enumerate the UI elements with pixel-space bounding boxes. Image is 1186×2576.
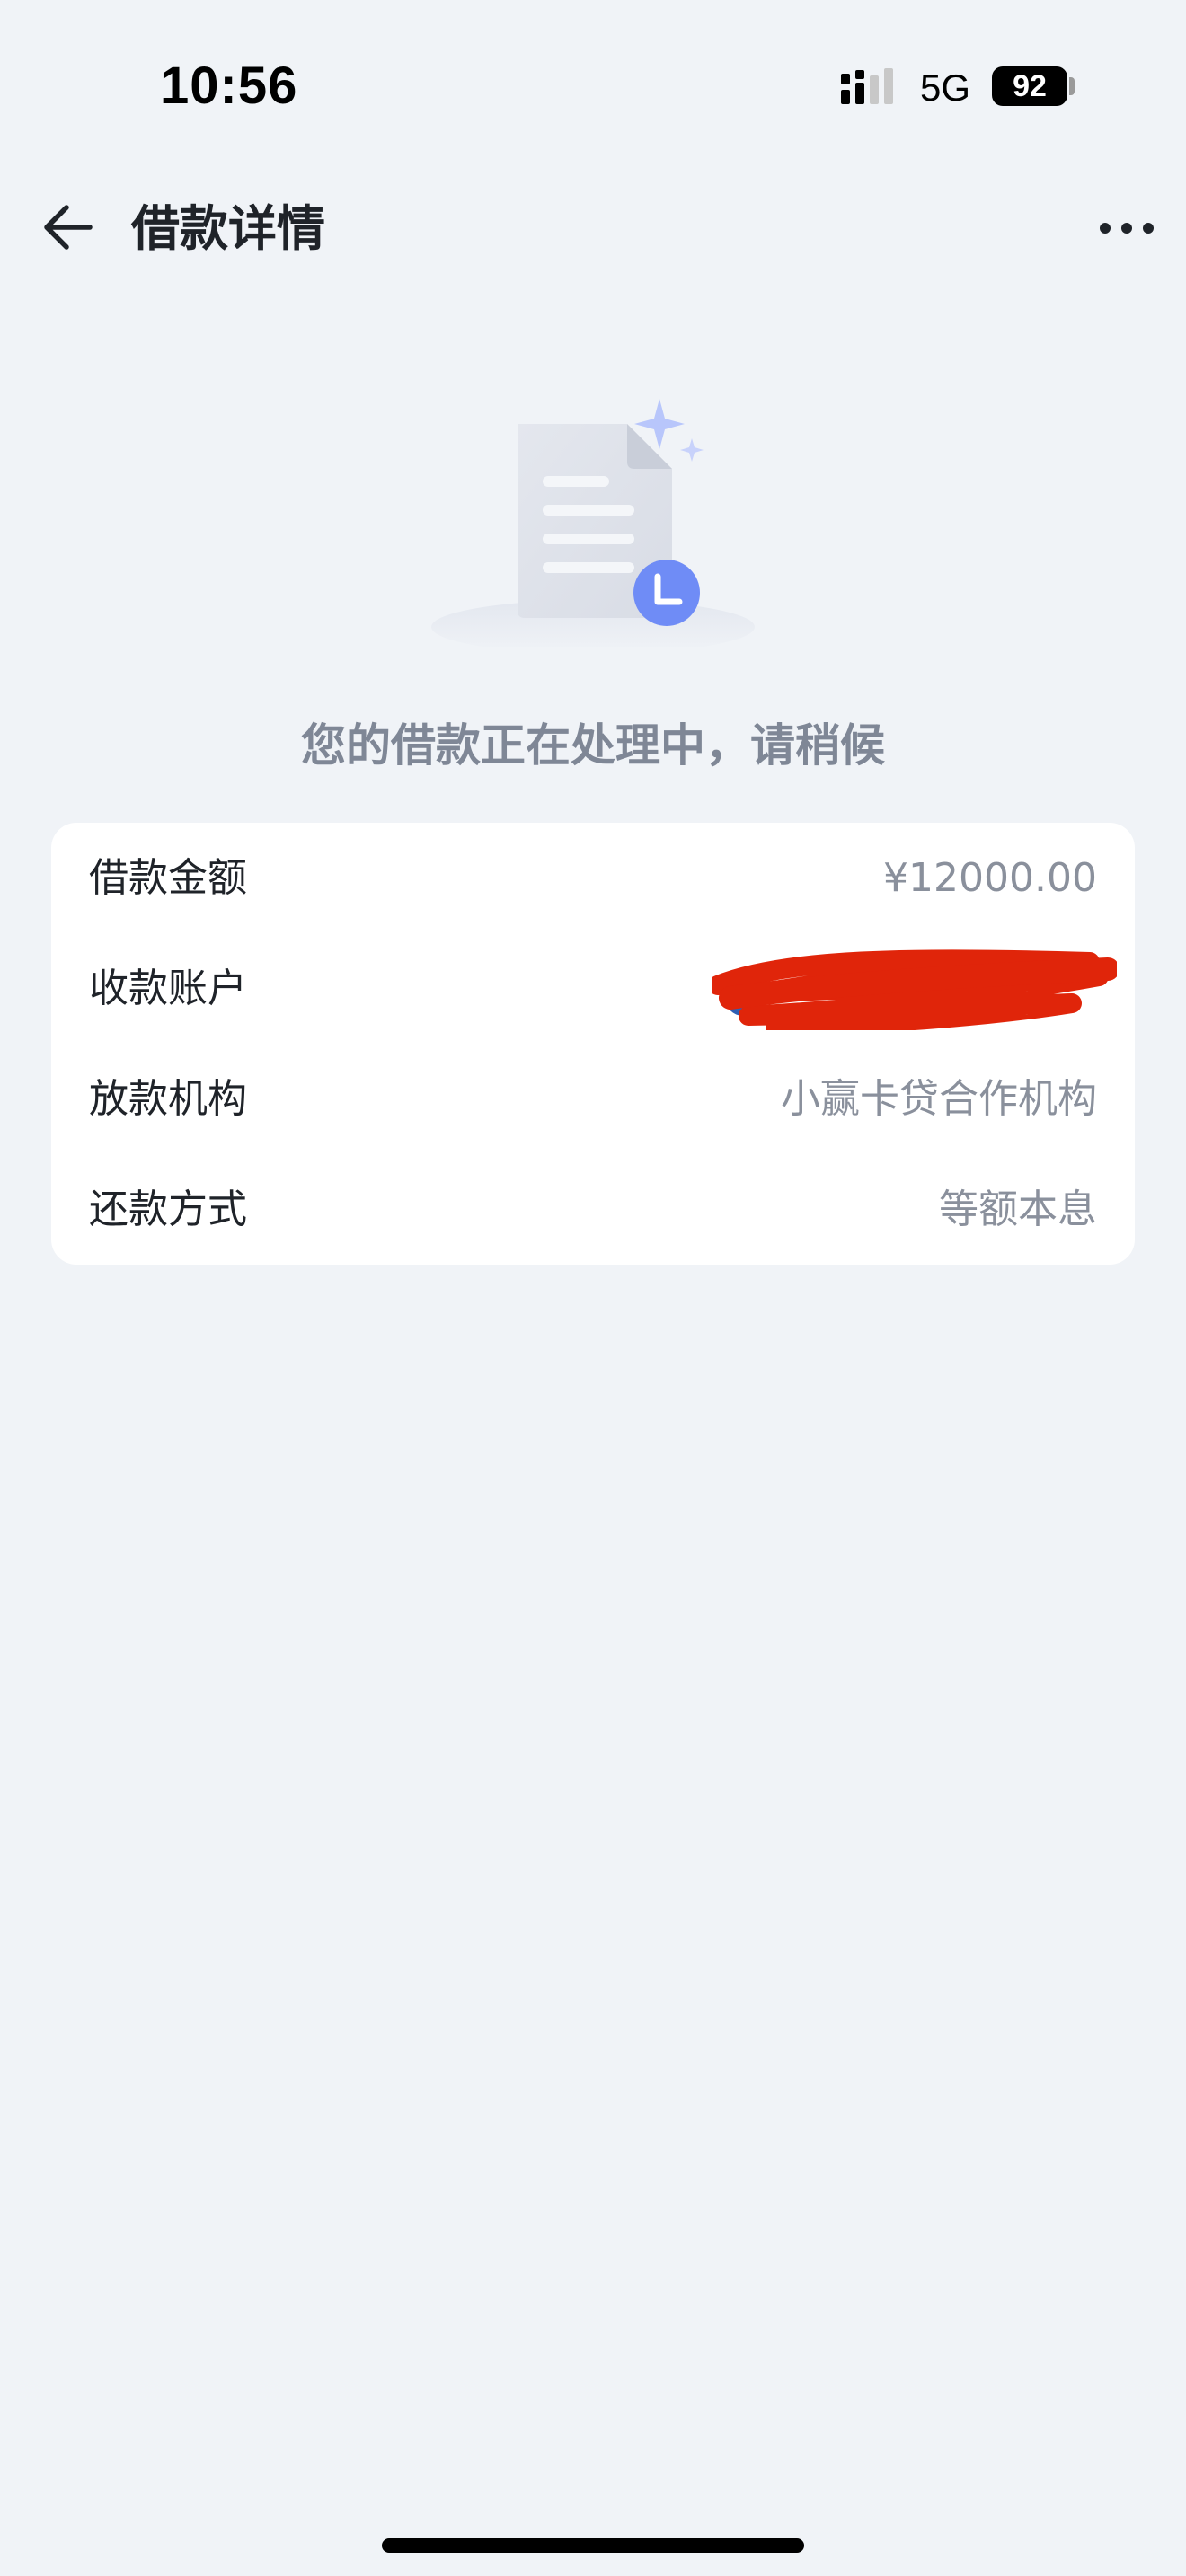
detail-row-lending-institution: 放款机构 小赢卡贷合作机构 xyxy=(51,1044,1135,1154)
redaction-scribble xyxy=(712,949,1117,1030)
more-dots-icon[interactable] xyxy=(1091,199,1163,257)
network-type: 5G xyxy=(920,66,971,109)
row-value: 小赢卡贷合作机构 xyxy=(781,1076,1097,1122)
status-time: 10:56 xyxy=(160,57,298,115)
battery-cap xyxy=(1069,77,1075,95)
row-value: ¥12000.00 xyxy=(883,855,1097,901)
processing-status-message: 您的借款正在处理中，请稍候 xyxy=(301,719,885,772)
document-clock-icon xyxy=(431,399,755,647)
status-bar: 10:56 5G 92 xyxy=(0,0,1186,171)
arrow-left-icon[interactable] xyxy=(36,194,102,260)
detail-row-receiving-account: 收款账户 xyxy=(51,933,1135,1044)
detail-row-loan-amount: 借款金额 ¥12000.00 xyxy=(51,823,1135,933)
home-indicator[interactable] xyxy=(382,2538,804,2553)
row-label: 借款金额 xyxy=(89,855,247,901)
loan-detail-card: 借款金额 ¥12000.00 收款账户 放款机构 小赢卡贷合作机构 还款方式 等… xyxy=(51,823,1135,1265)
row-label: 还款方式 xyxy=(89,1187,247,1232)
battery-indicator: 92 xyxy=(992,66,1067,106)
signal-strength-icon xyxy=(841,68,893,104)
page-title: 借款详情 xyxy=(131,200,325,257)
row-label: 放款机构 xyxy=(89,1076,247,1122)
nav-bar: 借款详情 xyxy=(0,171,1186,287)
row-label: 收款账户 xyxy=(89,966,247,1011)
detail-row-repayment-method: 还款方式 等额本息 xyxy=(51,1154,1135,1265)
row-value: 等额本息 xyxy=(939,1187,1097,1232)
